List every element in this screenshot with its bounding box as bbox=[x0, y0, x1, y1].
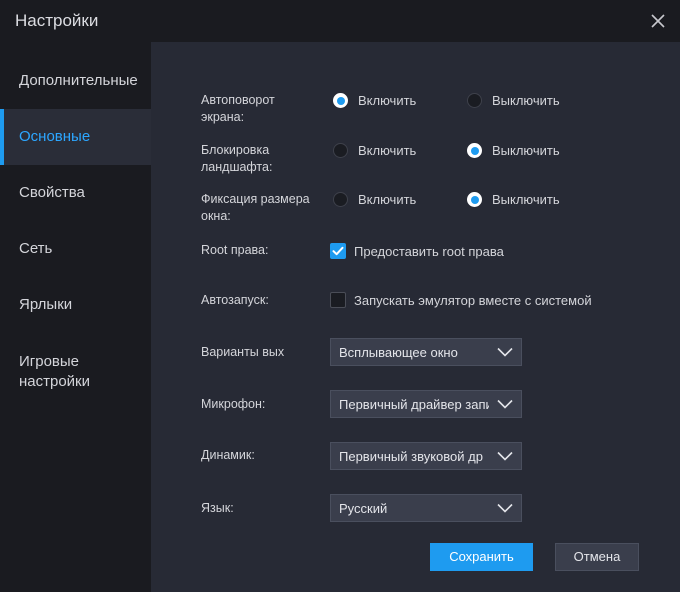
sidebar: Дополнительные Основные Свойства Сеть Яр… bbox=[0, 42, 151, 592]
microphone-select[interactable]: Первичный драйвер запи bbox=[330, 390, 522, 418]
radio-selected-icon bbox=[467, 192, 482, 207]
sidebar-item-label: Сеть bbox=[19, 240, 53, 257]
sidebar-item-basic[interactable]: Основные bbox=[0, 109, 151, 165]
autorotate-off-radio[interactable]: Выключить bbox=[467, 93, 560, 108]
sidebar-item-properties[interactable]: Свойства bbox=[0, 184, 151, 204]
sidebar-item-advanced[interactable]: Дополнительные bbox=[0, 72, 151, 92]
radio-label: Выключить bbox=[492, 143, 560, 158]
checkbox-checked bbox=[330, 243, 346, 259]
select-value: Всплывающее окно bbox=[339, 345, 458, 360]
language-label: Язык: bbox=[201, 501, 234, 515]
chevron-down-icon bbox=[497, 347, 513, 357]
sidebar-item-label: Ярлыки bbox=[19, 296, 73, 313]
sidebar-item-shortcuts[interactable]: Ярлыки bbox=[0, 296, 151, 316]
root-label: Root права: bbox=[201, 243, 269, 257]
checkbox-label: Запускать эмулятор вместе с системой bbox=[354, 292, 592, 308]
radio-selected-icon bbox=[467, 143, 482, 158]
speaker-select[interactable]: Первичный звуковой др bbox=[330, 442, 522, 470]
select-value: Первичный звуковой др bbox=[339, 449, 483, 464]
radio-label: Выключить bbox=[492, 93, 560, 108]
cancel-button[interactable]: Отмена bbox=[555, 543, 639, 571]
close-icon bbox=[651, 14, 665, 28]
speaker-label: Динамик: bbox=[201, 448, 255, 462]
save-button[interactable]: Сохранить bbox=[430, 543, 533, 571]
close-button[interactable] bbox=[644, 7, 672, 35]
landscape-lock-on-radio[interactable]: Включить bbox=[333, 143, 416, 158]
autostart-checkbox[interactable]: Запускать эмулятор вместе с системой bbox=[330, 292, 592, 308]
exit-variants-select[interactable]: Всплывающее окно bbox=[330, 338, 522, 366]
radio-label: Выключить bbox=[492, 192, 560, 207]
fix-size-label: Фиксация размера окна: bbox=[201, 192, 310, 223]
autostart-label: Автозапуск: bbox=[201, 293, 269, 307]
settings-window: Настройки Дополнительные Основные Свойст… bbox=[0, 0, 680, 592]
fix-size-off-radio[interactable]: Выключить bbox=[467, 192, 560, 207]
sidebar-item-game-settings[interactable]: Игровые настройки bbox=[0, 352, 120, 392]
select-value: Русский bbox=[339, 501, 388, 516]
autorotate-label: Автоповорот экрана: bbox=[201, 93, 275, 124]
landscape-lock-label: Блокировка ландшафта: bbox=[201, 143, 273, 174]
sidebar-item-label: Дополнительные bbox=[19, 72, 138, 89]
checkbox-label: Предоставить root права bbox=[354, 243, 504, 259]
select-value: Первичный драйвер запи bbox=[339, 397, 489, 412]
title-bar: Настройки bbox=[0, 0, 680, 42]
checkmark-icon bbox=[332, 246, 344, 256]
chevron-down-icon bbox=[497, 451, 513, 461]
chevron-down-icon bbox=[497, 399, 513, 409]
radio-label: Включить bbox=[358, 192, 417, 207]
radio-label: Включить bbox=[358, 93, 417, 108]
radio-selected-icon bbox=[333, 93, 348, 108]
radio-label: Включить bbox=[358, 143, 417, 158]
fix-size-on-radio[interactable]: Включить bbox=[333, 192, 416, 207]
sidebar-item-label: Основные bbox=[19, 128, 91, 145]
landscape-lock-off-radio[interactable]: Выключить bbox=[467, 143, 560, 158]
sidebar-item-label: Свойства bbox=[19, 184, 85, 201]
autorotate-on-radio[interactable]: Включить bbox=[333, 93, 416, 108]
exit-variants-label: Варианты вых bbox=[201, 345, 285, 359]
radio-unselected-icon bbox=[333, 143, 348, 158]
microphone-label: Микрофон: bbox=[201, 397, 266, 411]
sidebar-item-network[interactable]: Сеть bbox=[0, 240, 151, 260]
window-title: Настройки bbox=[15, 11, 99, 30]
sidebar-item-label: Игровые настройки bbox=[19, 353, 91, 390]
language-select[interactable]: Русский bbox=[330, 494, 522, 522]
root-checkbox[interactable]: Предоставить root права bbox=[330, 243, 504, 259]
chevron-down-icon bbox=[497, 503, 513, 513]
checkbox-unchecked bbox=[330, 292, 346, 308]
radio-unselected-icon bbox=[333, 192, 348, 207]
radio-unselected-icon bbox=[467, 93, 482, 108]
